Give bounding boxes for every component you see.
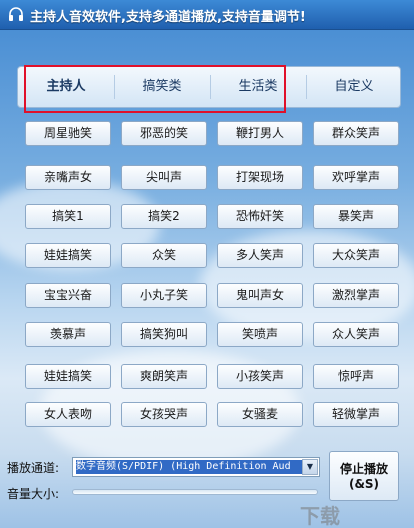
channel-label: 播放通道: (7, 461, 60, 475)
sound-button[interactable]: 群众笑声 (313, 121, 399, 146)
sound-button[interactable]: 众人笑声 (313, 322, 399, 347)
sound-button[interactable]: 多人笑声 (217, 243, 303, 268)
sound-button[interactable]: 爽朗笑声 (121, 364, 207, 389)
sound-button[interactable]: 暴笑声 (313, 204, 399, 229)
window-title: 主持人音效软件,支持多通道播放,支持音量调节! (30, 10, 306, 25)
sound-button[interactable]: 娃娃搞笑 (25, 243, 111, 268)
stop-button[interactable]: 停止播放 (&S) (329, 451, 399, 501)
sound-button[interactable]: 笑喷声 (217, 322, 303, 347)
sound-button[interactable]: 周星驰笑 (25, 121, 111, 146)
sound-button[interactable]: 鬼叫声女 (217, 283, 303, 308)
sound-button[interactable]: 宝宝兴奋 (25, 283, 111, 308)
sound-button[interactable]: 娃娃搞笑 (25, 364, 111, 389)
sound-button[interactable]: 鞭打男人 (217, 121, 303, 146)
sound-button[interactable]: 搞笑1 (25, 204, 111, 229)
sound-button[interactable]: 亲嘴声女 (25, 165, 111, 190)
sound-button[interactable]: 惊呼声 (313, 364, 399, 389)
sound-button[interactable]: 恐怖奸笑 (217, 204, 303, 229)
sound-button[interactable]: 邪恶的笑 (121, 121, 207, 146)
sound-button[interactable]: 女骚麦 (217, 402, 303, 427)
sound-button[interactable]: 搞笑2 (121, 204, 207, 229)
headphones-icon (9, 7, 23, 21)
sound-button[interactable]: 大众笑声 (313, 243, 399, 268)
chevron-down-icon[interactable]: ▼ (302, 459, 318, 475)
main-panel: 主持人 搞笑类 生活类 自定义 周星驰笑 邪恶的笑 鞭打男人 群众笑声 亲嘴声女… (0, 30, 414, 528)
sound-button[interactable]: 小孩笑声 (217, 364, 303, 389)
stop-button-label: 停止播放 (339, 462, 388, 476)
volume-slider[interactable] (72, 489, 318, 495)
sound-button[interactable]: 打架现场 (217, 165, 303, 190)
stop-button-hotkey: (&S) (348, 477, 380, 491)
sound-button[interactable]: 尖叫声 (121, 165, 207, 190)
sound-button[interactable]: 众笑 (121, 243, 207, 268)
volume-label: 音量大小: (7, 487, 60, 501)
tab-funny[interactable]: 搞笑类 (114, 67, 210, 107)
channel-value: 数字音频(S/PDIF) (High Definition Aud (76, 460, 302, 474)
sound-button[interactable]: 搞笑狗叫 (121, 322, 207, 347)
channel-select[interactable]: 数字音频(S/PDIF) (High Definition Aud ▼ (72, 457, 320, 477)
tab-host[interactable]: 主持人 (18, 67, 114, 107)
sound-button[interactable]: 欢呼掌声 (313, 165, 399, 190)
sound-button[interactable]: 羡慕声 (25, 322, 111, 347)
sound-button[interactable]: 激烈掌声 (313, 283, 399, 308)
sound-button[interactable]: 女孩哭声 (121, 402, 207, 427)
watermark: 下载 (300, 504, 340, 528)
tab-bar: 主持人 搞笑类 生活类 自定义 (17, 66, 401, 108)
sound-button[interactable]: 小丸子笑 (121, 283, 207, 308)
sound-button[interactable]: 女人表吻 (25, 402, 111, 427)
sound-button[interactable]: 轻微掌声 (313, 402, 399, 427)
tab-life[interactable]: 生活类 (210, 67, 306, 107)
tab-custom[interactable]: 自定义 (306, 67, 402, 107)
title-bar: 主持人音效软件,支持多通道播放,支持音量调节! (0, 0, 414, 30)
